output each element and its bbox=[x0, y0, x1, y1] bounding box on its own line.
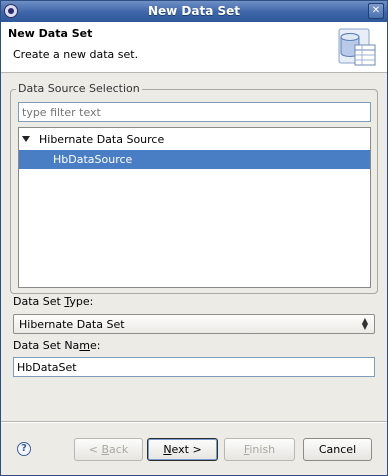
filter-input[interactable] bbox=[18, 102, 371, 122]
window-title: New Data Set bbox=[147, 4, 241, 18]
cancel-button[interactable]: Cancel bbox=[303, 438, 372, 461]
close-button[interactable]: ✕ bbox=[368, 3, 384, 19]
data-set-type-value: Hibernate Data Set bbox=[19, 318, 125, 331]
help-icon[interactable]: ? bbox=[17, 442, 31, 456]
select-updown-icon[interactable]: ▲ ▼ bbox=[360, 317, 370, 331]
button-bar-separator bbox=[1, 421, 387, 423]
database-wizard-icon bbox=[338, 28, 376, 66]
expand-triangle-icon[interactable] bbox=[22, 136, 30, 142]
tree-item-label: Hibernate Data Source bbox=[39, 133, 165, 146]
wizard-banner: New Data Set Create a new data set. bbox=[1, 22, 387, 73]
back-button[interactable]: < Back bbox=[74, 438, 143, 461]
data-source-tree[interactable]: Hibernate Data Source HbDataSource bbox=[18, 127, 371, 288]
data-set-type-label: Data Set Type: bbox=[13, 295, 94, 308]
data-set-type-select[interactable]: Hibernate Data Set ▲ ▼ bbox=[13, 314, 375, 334]
tree-item-hbdatasource[interactable]: HbDataSource bbox=[19, 150, 370, 169]
wizard-heading: New Data Set bbox=[8, 27, 93, 40]
tree-item-hibernate-data-source[interactable]: Hibernate Data Source bbox=[19, 130, 370, 149]
data-source-selection-label: Data Source Selection bbox=[16, 82, 142, 95]
tree-item-label: HbDataSource bbox=[53, 153, 133, 166]
title-bar[interactable]: New Data Set ✕ bbox=[1, 1, 387, 22]
new-data-set-dialog: New Data Set ✕ New Data Set Create a new… bbox=[0, 0, 388, 476]
data-set-name-input[interactable] bbox=[13, 357, 375, 377]
wizard-description: Create a new data set. bbox=[13, 48, 139, 61]
next-button[interactable]: Next > bbox=[147, 438, 218, 461]
finish-button[interactable]: Finish bbox=[224, 438, 295, 461]
data-set-name-label: Data Set Name: bbox=[13, 339, 101, 352]
